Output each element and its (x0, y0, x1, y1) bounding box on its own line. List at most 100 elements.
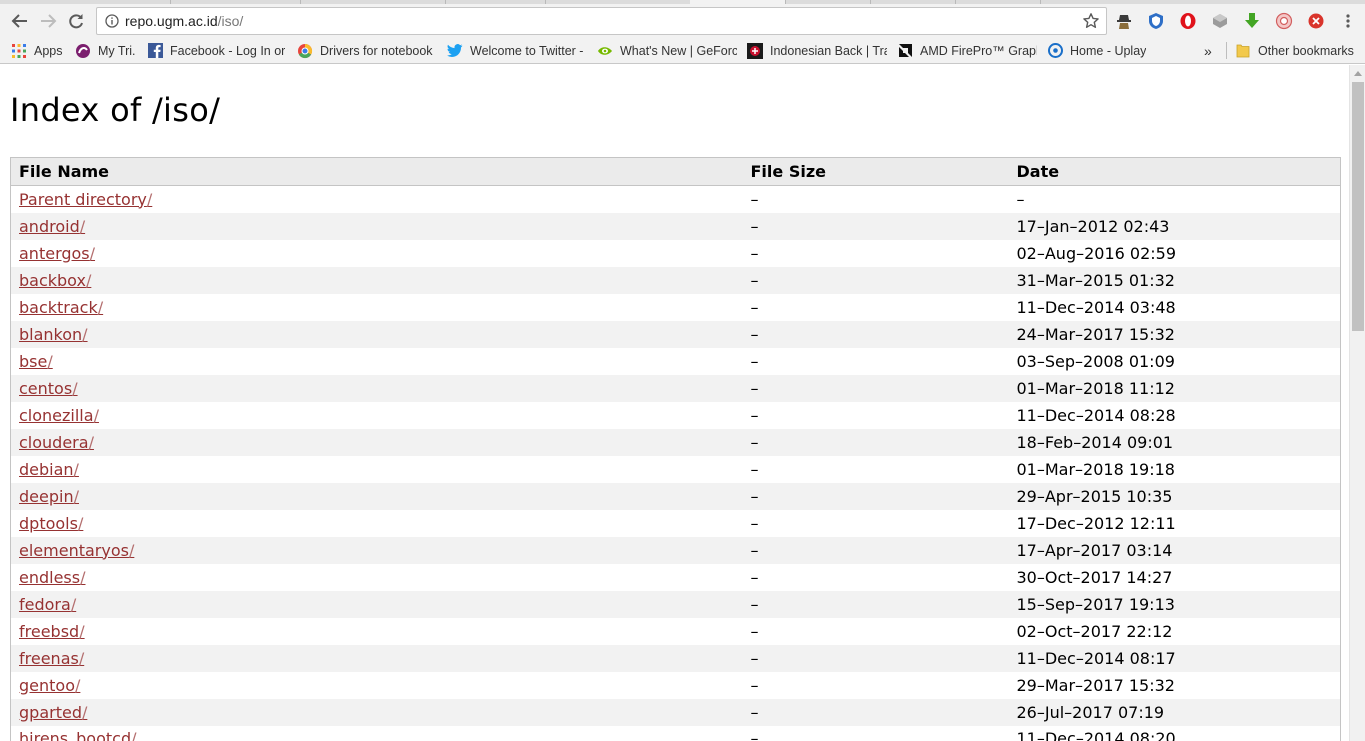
reload-icon (69, 14, 83, 29)
directory-link[interactable]: debian/ (19, 460, 79, 479)
spy-icon[interactable] (1115, 12, 1133, 30)
folder-icon (1235, 43, 1251, 59)
directory-name: freebsd (19, 621, 80, 641)
date-cell: 30–Oct–2017 14:27 (1008, 563, 1341, 591)
date-cell: 02–Oct–2017 22:12 (1008, 617, 1341, 645)
directory-link[interactable]: hirens_bootcd/ (19, 729, 136, 741)
date-cell: 01–Mar–2018 19:18 (1008, 455, 1341, 483)
uplay-icon (1047, 43, 1063, 59)
bookmark-apps[interactable]: Apps (11, 41, 71, 60)
directory-slash: / (70, 594, 77, 614)
file-size-cell: – (742, 617, 1009, 645)
table-row: elementaryos/ –17–Apr–2017 03:14 (10, 536, 1341, 564)
table-row: deepin/ –29–Apr–2015 10:35 (10, 482, 1341, 510)
file-name-cell: blankon/ (10, 320, 743, 348)
directory-name: deepin (19, 486, 74, 506)
directory-link[interactable]: endless/ (19, 568, 86, 587)
directory-link[interactable]: elementaryos/ (19, 541, 134, 560)
twitter-icon (447, 43, 463, 59)
file-size-cell: – (742, 185, 1009, 213)
bookmark-label: Apps (34, 43, 63, 58)
table-row: blankon/ –24–Mar–2017 15:32 (10, 320, 1341, 348)
bookmark-my-tri[interactable]: My Tri. (75, 41, 137, 60)
file-name-cell: endless/ (10, 563, 743, 591)
directory-link[interactable]: gparted/ (19, 703, 87, 722)
directory-link[interactable]: antergos/ (19, 244, 95, 263)
file-name-cell: Parent directory/ (10, 185, 743, 213)
table-row: bse/ –03–Sep–2008 01:09 (10, 347, 1341, 375)
scrollbar-thumb[interactable] (1352, 82, 1364, 331)
directory-name: android (19, 216, 80, 236)
file-name-cell: elementaryos/ (10, 536, 743, 564)
directory-name: gparted (19, 702, 82, 722)
bookmarks-overflow-button[interactable]: » (1204, 41, 1218, 60)
directory-link[interactable]: blankon/ (19, 325, 88, 344)
file-name-cell: antergos/ (10, 239, 743, 267)
file-size-cell: – (742, 725, 1009, 741)
directory-slash: / (89, 243, 96, 263)
forward-button[interactable] (36, 9, 60, 33)
url-path: /iso/ (217, 13, 244, 29)
vertical-scrollbar[interactable] (1349, 65, 1365, 741)
bookmark-indonesian-back[interactable]: Indonesian Back | Tra (747, 41, 887, 60)
directory-link[interactable]: freebsd/ (19, 622, 85, 641)
directory-link[interactable]: cloudera/ (19, 433, 94, 452)
table-row: clonezilla/ –11–Dec–2014 08:28 (10, 401, 1341, 429)
directory-link[interactable]: freenas/ (19, 649, 84, 668)
directory-slash: / (93, 405, 99, 425)
file-name-cell: gentoo/ (10, 671, 743, 699)
directory-link[interactable]: android/ (19, 217, 85, 236)
other-bookmarks[interactable]: Other bookmarks (1235, 41, 1360, 60)
directory-slash: / (146, 189, 153, 209)
download-arrow-icon[interactable] (1243, 12, 1261, 30)
info-icon[interactable] (105, 14, 119, 28)
bookmark-label: AMD FirePro™ Graph (920, 43, 1037, 58)
url-text[interactable]: repo.ugm.ac.id/iso/ (125, 13, 243, 29)
directory-link[interactable]: gentoo/ (19, 676, 80, 695)
bookmark-uplay[interactable]: Home - Uplay (1047, 41, 1157, 60)
directory-link[interactable]: backbox/ (19, 271, 91, 290)
directory-name: antergos (19, 243, 90, 263)
directory-slash: / (47, 351, 53, 371)
directory-name: blankon (19, 324, 83, 344)
circle-record-icon[interactable] (1275, 12, 1293, 30)
cube-icon[interactable] (1211, 12, 1229, 30)
directory-slash: / (81, 702, 88, 722)
directory-slash: / (75, 675, 81, 695)
directory-link[interactable]: dptools/ (19, 514, 83, 533)
file-name-cell: centos/ (10, 374, 743, 402)
reload-button[interactable] (64, 9, 88, 33)
address-bar[interactable]: repo.ugm.ac.id/iso/ (96, 7, 1107, 35)
directory-slash: / (131, 729, 137, 741)
opera-icon[interactable] (1179, 12, 1197, 30)
scroll-up-arrow-icon[interactable] (1354, 71, 1362, 76)
bookmark-star-icon[interactable] (1082, 12, 1100, 30)
bookmarks-divider (1226, 42, 1227, 59)
directory-link[interactable]: fedora/ (19, 595, 76, 614)
menu-icon[interactable] (1339, 12, 1357, 30)
back-button[interactable] (8, 9, 32, 33)
table-row: antergos/ –02–Aug–2016 02:59 (10, 239, 1341, 267)
file-size-cell: – (742, 239, 1009, 267)
bookmark-geforce[interactable]: What's New | GeForc (597, 41, 737, 60)
directory-name: hirens_bootcd (19, 729, 132, 741)
parent-directory-link[interactable]: Parent directory/ (19, 190, 152, 209)
directory-link[interactable]: deepin/ (19, 487, 79, 506)
table-header-row: File Name File Size Date (10, 157, 1341, 186)
ublock-shield-icon[interactable] (1147, 12, 1165, 30)
file-name-cell: freebsd/ (10, 617, 743, 645)
bookmark-drivers[interactable]: Drivers for notebook (297, 41, 439, 60)
directory-link[interactable]: bse/ (19, 352, 53, 371)
directory-link[interactable]: backtrack/ (19, 298, 103, 317)
file-name-cell: android/ (10, 212, 743, 240)
directory-link[interactable]: clonezilla/ (19, 406, 99, 425)
bookmark-twitter[interactable]: Welcome to Twitter - (447, 41, 587, 60)
bookmark-amd[interactable]: AMD FirePro™ Graph (897, 41, 1037, 60)
file-name-cell: cloudera/ (10, 428, 743, 456)
directory-link[interactable]: centos/ (19, 379, 78, 398)
bookmark-facebook[interactable]: Facebook - Log In or (147, 41, 287, 60)
forward-arrow-icon (41, 14, 57, 28)
close-circle-icon[interactable] (1307, 12, 1325, 30)
directory-slash: / (97, 297, 104, 317)
date-cell: 11–Dec–2014 08:17 (1008, 644, 1341, 672)
